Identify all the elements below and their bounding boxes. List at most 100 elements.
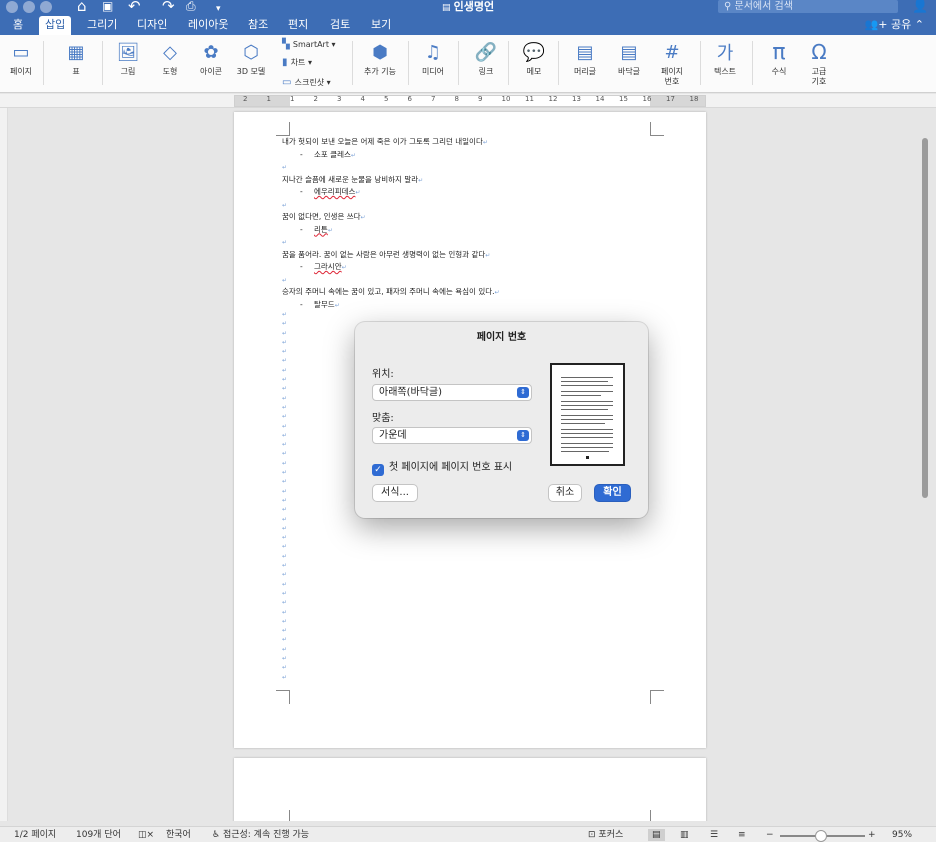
quote-author: - 탈무드↵: [300, 299, 340, 309]
paragraph-marks: ↵ ↵ ↵ ↵ ↵ ↵ ↵ ↵ ↵ ↵ ↵ ↵ ↵ ↵ ↵ ↵ ↵ ↵ ↵ ↵ ↵ ↵ ↵ ↵ ↵ ↵ ↵ ↵ ↵ ↵ ↵ ↵ ↵ ↵ ↵ ↵ ↵ ↵ ↵ ↵: [282, 311, 288, 681]
outline-view-icon[interactable]: ☰: [710, 829, 718, 841]
page-number-icon: #: [664, 41, 680, 63]
page-number-button[interactable]: # 페이지 번호: [652, 35, 692, 93]
tab-draw[interactable]: 그리기: [81, 16, 123, 35]
tab-view[interactable]: 보기: [365, 16, 397, 35]
preview-line: [561, 433, 613, 434]
screenshot-button[interactable]: ▭ 스크린샷 ▾: [282, 77, 331, 88]
zoom-out-button[interactable]: −: [766, 829, 774, 841]
table-button[interactable]: ▦ 표: [56, 35, 96, 93]
search-input[interactable]: ⚲ 문서에서 검색: [718, 0, 898, 13]
word-count[interactable]: 109개 단어: [76, 829, 121, 841]
comment-button[interactable]: 💬 메모: [516, 35, 552, 93]
crop-mark: [650, 690, 664, 704]
tab-references[interactable]: 참조: [242, 16, 274, 35]
tab-home[interactable]: 홈: [7, 16, 29, 35]
print-layout-icon[interactable]: ▤: [648, 829, 665, 841]
omega-icon: Ω: [811, 40, 827, 64]
show-number-on-first-page-checkbox[interactable]: ✓ 첫 페이지에 페이지 번호 표시: [372, 458, 512, 476]
chart-button[interactable]: ▮ 차트 ▾: [282, 57, 312, 68]
tab-review[interactable]: 검토: [324, 16, 356, 35]
chevron-updown-icon: ⇕: [517, 387, 529, 398]
ruler-number: 2: [313, 95, 318, 103]
tab-layout[interactable]: 레이아웃: [182, 16, 234, 35]
quote-line: 꿈이 없다면, 인생은 쓰다↵: [282, 212, 366, 221]
collapse-ribbon-icon[interactable]: ⌃: [911, 18, 924, 31]
page-icon: ▭: [12, 41, 30, 63]
page-count[interactable]: 1/2 페이지: [14, 829, 56, 841]
addins-button[interactable]: ⬢ 추가 기능: [358, 35, 402, 93]
document-body[interactable]: 내가 헛되이 보낸 오늘은 어제 죽은 이가 그토록 그리던 내일이다↵ - 소포…: [282, 136, 662, 311]
page-button[interactable]: ▭ 페이지: [4, 35, 38, 93]
symbol-button[interactable]: Ω 고급 기호: [800, 35, 838, 93]
language[interactable]: 한국어: [166, 829, 191, 841]
vertical-scrollbar[interactable]: [922, 138, 928, 498]
format-button[interactable]: 서식...: [372, 484, 418, 502]
icons-icon: ✿: [203, 41, 219, 63]
preview-line: [561, 423, 605, 424]
header-button[interactable]: ▤ 머리글: [566, 35, 604, 93]
share-button[interactable]: 👥+ 공유 ⌃: [865, 16, 924, 34]
tab-mailings[interactable]: 편지: [282, 16, 314, 35]
ruler-number: 1: [266, 95, 271, 103]
zoom-slider-thumb[interactable]: [815, 830, 827, 842]
header-icon: ▤: [576, 41, 594, 63]
tab-insert[interactable]: 삽입: [39, 16, 72, 35]
ok-button[interactable]: 확인: [594, 484, 631, 502]
equation-button[interactable]: π 수식: [760, 35, 798, 93]
chevron-updown-icon: ⇕: [517, 430, 529, 441]
quote-line: 내가 헛되이 보낸 오늘은 어제 죽은 이가 그토록 그리던 내일이다↵: [282, 137, 488, 146]
ruler-number: 6: [407, 95, 412, 103]
text-icon: 가: [716, 43, 734, 64]
alignment-select[interactable]: 가운데 ⇕: [372, 427, 532, 444]
pi-icon: π: [772, 39, 786, 65]
focus-button[interactable]: ⊡ 포커스: [588, 829, 623, 841]
tab-design[interactable]: 디자인: [131, 16, 173, 35]
checkmark-icon: ✓: [372, 464, 384, 476]
quote-line: 승자의 주머니 속에는 꿈이 있고, 패자의 주머니 속에는 욕심이 있다.↵: [282, 287, 500, 296]
ribbon-tabs: 홈 삽입 그리기 디자인 레이아웃 참조 편지 검토 보기 👥+ 공유 ⌃: [0, 16, 936, 35]
smartart-icon: ▚: [282, 39, 293, 50]
preview-line: [561, 391, 613, 392]
page-preview: [550, 363, 625, 466]
horizontal-ruler[interactable]: 2 1 1 2 3 4 5 6 7 8 9 10 11 12 13 14 15 16 17 18: [234, 95, 706, 107]
quote-author: - 에우리피데스↵: [300, 187, 361, 196]
preview-line: [561, 447, 613, 448]
ruler-number: 9: [478, 95, 483, 103]
preview-line: [561, 443, 613, 444]
alignment-label: 맞춤:: [372, 413, 394, 424]
footer-icon: ▤: [620, 41, 638, 63]
proofing-icon[interactable]: ◫×: [138, 829, 154, 841]
preview-line: [561, 377, 613, 378]
document-page-2[interactable]: [234, 758, 706, 821]
cancel-button[interactable]: 취소: [548, 484, 582, 502]
picture-button[interactable]: 🖼 그림: [110, 35, 146, 93]
web-layout-icon[interactable]: ▥: [680, 829, 689, 841]
page-number-dialog: 페이지 번호 위치: 아래쪽(바닥글) ⇕ 맞춤: 가운데 ⇕ ✓ 첫 페이지에 …: [355, 322, 648, 518]
ruler-number: 8: [454, 95, 459, 103]
draft-view-icon[interactable]: ≡: [738, 829, 746, 841]
vertical-ruler[interactable]: [0, 108, 8, 821]
comment-icon: 💬: [522, 41, 546, 63]
position-select[interactable]: 아래쪽(바닥글) ⇕: [372, 384, 532, 401]
ruler-number: 11: [525, 95, 534, 103]
text-button[interactable]: 가 텍스트: [706, 35, 744, 93]
link-button[interactable]: 🔗 링크: [468, 35, 504, 93]
account-icon[interactable]: 👤: [912, 0, 928, 14]
ruler-number: 17: [666, 95, 675, 103]
footer-button[interactable]: ▤ 바닥글: [610, 35, 648, 93]
dialog-title: 페이지 번호: [476, 332, 527, 343]
ruler-number: 14: [595, 95, 605, 103]
ruler-number: 12: [548, 95, 558, 103]
zoom-in-button[interactable]: +: [868, 829, 876, 841]
preview-line: [561, 385, 613, 386]
smartart-button[interactable]: ▚ SmartArt ▾: [282, 39, 336, 50]
3d-model-button[interactable]: ⬡ 3D 모델: [232, 35, 270, 93]
icons-button[interactable]: ✿ 아이콘: [192, 35, 230, 93]
media-button[interactable]: ♫ 미디어: [414, 35, 452, 93]
shape-button[interactable]: ◇ 도형: [152, 35, 188, 93]
zoom-level[interactable]: 95%: [892, 829, 912, 841]
accessibility-status[interactable]: ♿ 접근성: 계속 진행 가능: [212, 829, 309, 841]
search-icon: ⚲: [724, 1, 735, 12]
document-icon: ▤: [441, 3, 454, 13]
